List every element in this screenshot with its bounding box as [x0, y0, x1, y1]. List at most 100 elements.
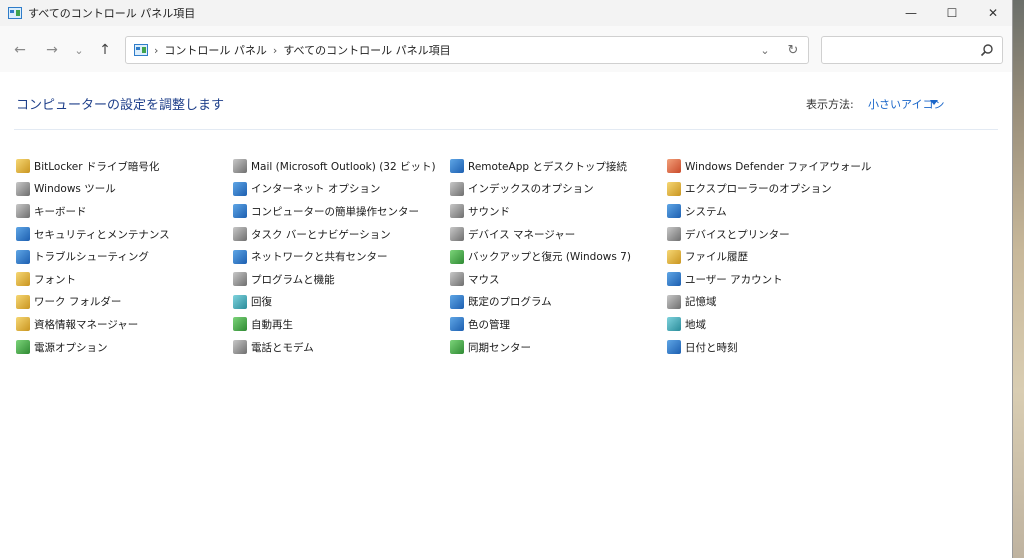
item-label: 同期センター [468, 341, 531, 354]
control-panel-item[interactable]: バックアップと復元 (Windows 7) [450, 245, 667, 268]
item-label: Mail (Microsoft Outlook) (32 ビット) [251, 160, 436, 173]
control-panel-item[interactable]: キーボード [16, 200, 233, 223]
item-label: 自動再生 [251, 318, 293, 331]
breadcrumb-separator[interactable]: › [273, 44, 277, 57]
divider [14, 129, 998, 130]
control-panel-item[interactable]: コンピューターの簡単操作センター [233, 200, 450, 223]
control-panel-item[interactable]: 資格情報マネージャー [16, 313, 233, 336]
view-by-label: 表示方法: [806, 98, 854, 111]
control-panel-item[interactable]: 自動再生 [233, 313, 450, 336]
item-label: ファイル履歴 [685, 251, 748, 264]
control-panel-window: すべてのコントロール パネル項目 — ☐ ✕ ← → ⌄ ↑ › コントロール … [0, 0, 1013, 558]
date-time-icon [667, 340, 681, 355]
up-button[interactable]: ↑ [95, 41, 115, 59]
refresh-button[interactable]: ↻ [780, 37, 806, 63]
search-input[interactable] [828, 41, 972, 61]
control-panel-item[interactable]: Mail (Microsoft Outlook) (32 ビット) [233, 155, 450, 178]
control-panel-item[interactable]: インデックスのオプション [450, 178, 667, 201]
font-icon [16, 272, 30, 287]
forward-button[interactable]: → [42, 41, 62, 59]
chevron-down-icon[interactable] [930, 100, 938, 105]
control-panel-item[interactable]: ネットワークと共有センター [233, 245, 450, 268]
internet-options-icon [233, 181, 247, 196]
item-label: ユーザー アカウント [685, 273, 783, 286]
control-panel-item[interactable]: プログラムと機能 [233, 268, 450, 291]
control-panel-item[interactable]: ファイル履歴 [667, 245, 907, 268]
control-panel-item[interactable]: 回復 [233, 291, 450, 314]
item-label: セキュリティとメンテナンス [34, 228, 170, 241]
item-label: バックアップと復元 (Windows 7) [468, 251, 631, 264]
control-panel-icon [8, 7, 22, 19]
indexing-icon [450, 181, 464, 196]
control-panel-item[interactable]: 色の管理 [450, 313, 667, 336]
item-label: インデックスのオプション [468, 183, 594, 196]
search-box[interactable] [821, 36, 1003, 64]
item-label: トラブルシューティング [34, 251, 149, 264]
maximize-button[interactable]: ☐ [929, 0, 975, 26]
desktop-background [1012, 0, 1024, 558]
control-panel-item[interactable]: タスク バーとナビゲーション [233, 223, 450, 246]
item-label: プログラムと機能 [251, 273, 335, 286]
title-bar[interactable]: すべてのコントロール パネル項目 — ☐ ✕ [0, 0, 1012, 26]
recent-locations-button[interactable]: ⌄ [69, 41, 89, 59]
control-panel-item[interactable]: セキュリティとメンテナンス [16, 223, 233, 246]
storage-icon [667, 294, 681, 309]
work-folders-icon [16, 294, 30, 309]
control-panel-items: BitLocker ドライブ暗号化 Mail (Microsoft Outlook… [16, 155, 907, 358]
control-panel-item[interactable]: インターネット オプション [233, 178, 450, 201]
taskbar-icon [233, 227, 247, 242]
control-panel-item[interactable]: Windows ツール [16, 178, 233, 201]
control-panel-item[interactable]: Windows Defender ファイアウォール [667, 155, 907, 178]
ease-of-access-icon [233, 204, 247, 219]
phone-modem-icon [233, 340, 247, 355]
control-panel-item[interactable]: 記憶域 [667, 291, 907, 314]
page-heading: コンピューターの設定を調整します [16, 98, 225, 113]
item-label: デバイス マネージャー [468, 228, 576, 241]
item-label: システム [685, 205, 727, 218]
windows-tools-icon [16, 181, 30, 196]
breadcrumb-separator[interactable]: › [154, 44, 158, 57]
address-dropdown-button[interactable]: ⌄ [752, 37, 778, 63]
control-panel-item[interactable]: 同期センター [450, 336, 667, 359]
control-panel-item[interactable]: ワーク フォルダー [16, 291, 233, 314]
control-panel-item[interactable]: マウス [450, 268, 667, 291]
control-panel-item[interactable]: デバイス マネージャー [450, 223, 667, 246]
item-label: ネットワークと共有センター [251, 251, 388, 264]
file-history-icon [667, 249, 681, 264]
control-panel-item[interactable]: BitLocker ドライブ暗号化 [16, 155, 233, 178]
item-label: ワーク フォルダー [34, 296, 122, 309]
sound-icon [450, 204, 464, 219]
item-label: インターネット オプション [251, 183, 381, 196]
system-icon [667, 204, 681, 219]
breadcrumb-control-panel[interactable]: コントロール パネル [164, 42, 267, 58]
window-title: すべてのコントロール パネル項目 [28, 7, 196, 20]
programs-icon [233, 272, 247, 287]
control-panel-item[interactable]: 電話とモデム [233, 336, 450, 359]
flag-icon [16, 227, 30, 242]
item-label: コンピューターの簡単操作センター [251, 205, 419, 218]
breadcrumb-all-items[interactable]: すべてのコントロール パネル項目 [283, 42, 450, 58]
bitlocker-icon [16, 159, 30, 174]
close-button[interactable]: ✕ [970, 0, 1016, 26]
address-bar[interactable]: › コントロール パネル › すべてのコントロール パネル項目 ⌄ ↻ [125, 36, 809, 64]
back-button[interactable]: ← [10, 41, 30, 59]
control-panel-item[interactable]: フォント [16, 268, 233, 291]
control-panel-item[interactable]: デバイスとプリンター [667, 223, 907, 246]
backup-icon [450, 249, 464, 264]
control-panel-item[interactable]: 既定のプログラム [450, 291, 667, 314]
control-panel-item[interactable]: 地域 [667, 313, 907, 336]
control-panel-item[interactable]: 電源オプション [16, 336, 233, 359]
control-panel-item[interactable]: 日付と時刻 [667, 336, 907, 359]
control-panel-item[interactable]: RemoteApp とデスクトップ接続 [450, 155, 667, 178]
control-panel-item[interactable]: トラブルシューティング [16, 245, 233, 268]
item-label: Windows Defender ファイアウォール [685, 160, 872, 173]
control-panel-item[interactable]: エクスプローラーのオプション [667, 178, 907, 201]
control-panel-item[interactable]: サウンド [450, 200, 667, 223]
minimize-button[interactable]: — [888, 0, 934, 26]
mouse-icon [450, 272, 464, 287]
item-label: 電話とモデム [251, 341, 314, 354]
search-icon[interactable] [980, 43, 994, 57]
item-label: 資格情報マネージャー [34, 318, 139, 331]
control-panel-item[interactable]: システム [667, 200, 907, 223]
control-panel-item[interactable]: ユーザー アカウント [667, 268, 907, 291]
